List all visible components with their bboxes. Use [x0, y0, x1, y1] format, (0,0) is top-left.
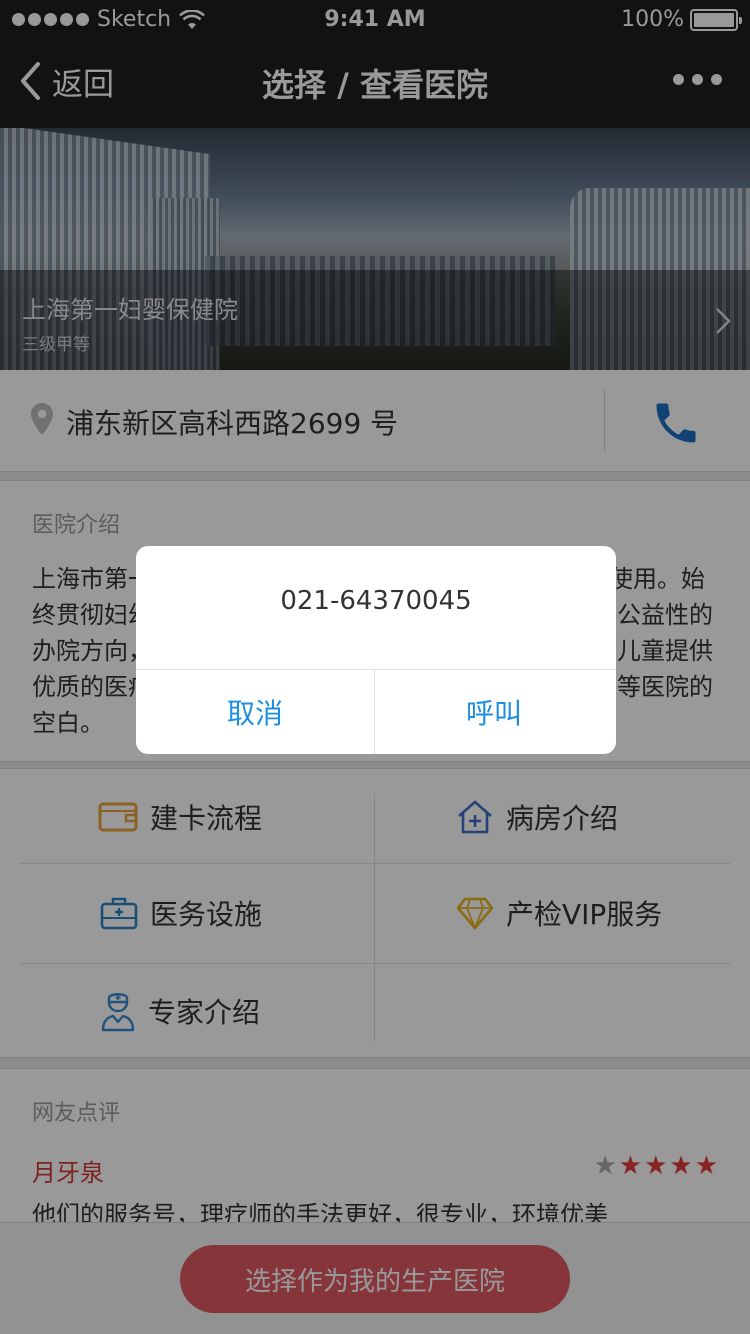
dialog-phone-number: 021-64370045	[280, 586, 472, 616]
cancel-button[interactable]: 取消	[136, 670, 374, 754]
call-dialog: 021-64370045 取消 呼叫	[136, 546, 616, 754]
call-button[interactable]: 呼叫	[375, 670, 613, 754]
